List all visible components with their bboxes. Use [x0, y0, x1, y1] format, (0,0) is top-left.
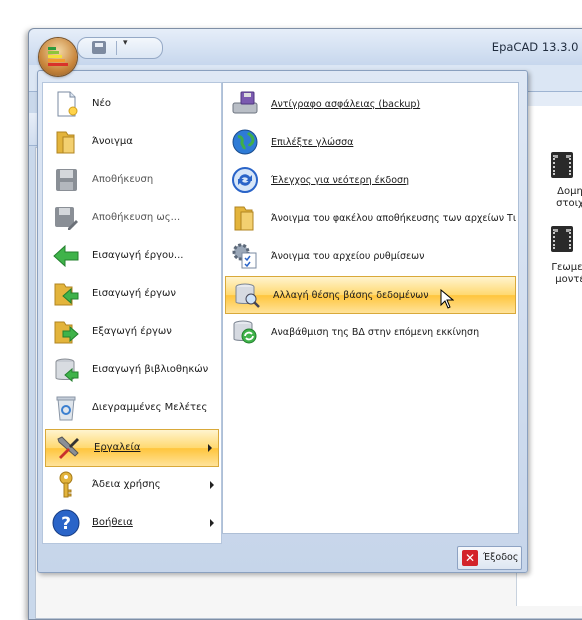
submenu-item-change-database-location[interactable]: Αλλαγή θέσης βάσης δεδομένων — [225, 276, 516, 314]
menu-item-save-as[interactable]: Αποθήκευση ως... — [44, 200, 220, 236]
save-icon[interactable] — [92, 41, 106, 54]
submenu-item-backup[interactable]: Αντίγραφο ασφάλειας (backup) — [224, 86, 517, 122]
film-icon — [551, 226, 573, 252]
menu-item-save[interactable]: Αποθήκευση — [44, 162, 220, 198]
energy-rating-icon — [48, 47, 68, 67]
menu-item-open[interactable]: Άνοιγμα — [44, 124, 220, 160]
database-refresh-icon — [233, 320, 257, 344]
folder-icon — [234, 206, 254, 231]
close-icon: ✕ — [462, 550, 478, 566]
menu-item-tools[interactable]: Εργαλεία — [45, 429, 219, 467]
submenu-arrow-icon — [210, 481, 214, 489]
quick-access-toolbar — [77, 37, 163, 59]
menu-item-import-libraries[interactable]: Εισαγωγή βιβλιοθηκών — [44, 352, 220, 388]
film-icon — [551, 152, 573, 178]
tools-icon — [57, 436, 79, 459]
menu-item-license[interactable]: Άδεια χρήσης — [44, 467, 220, 503]
open-folder-icon — [56, 131, 75, 154]
import-arrow-icon — [53, 244, 79, 268]
save-disk-icon — [56, 169, 77, 191]
submenu-item-open-settings-file[interactable]: Άνοιγμα του αρχείου ρυθμίσεων — [224, 238, 517, 274]
database-search-icon — [235, 283, 260, 308]
submenu-arrow-icon — [210, 519, 214, 527]
menu-item-import-projects[interactable]: Εισαγωγή έργων — [44, 276, 220, 312]
menu-item-help[interactable]: ? Βοήθεια — [44, 505, 220, 541]
globe-icon — [232, 129, 258, 155]
update-check-icon — [232, 167, 258, 193]
key-icon — [59, 471, 73, 498]
save-as-icon — [55, 207, 78, 230]
menu-item-import-project[interactable]: Εισαγωγή έργου... — [44, 238, 220, 274]
side-item-geometry[interactable]: Γεωμετ μοντέ — [535, 262, 582, 286]
submenu-item-upgrade-database[interactable]: Αναβάθμιση της ΒΔ στην επόμενη εκκίνηση — [224, 314, 517, 350]
recycle-bin-icon — [56, 396, 76, 421]
menu-item-deleted-studies[interactable]: Διεγραμμένες Μελέτες — [44, 390, 220, 426]
mouse-cursor-icon — [440, 289, 454, 309]
exit-button[interactable]: ✕ Έξοδος — [457, 546, 522, 570]
title-bar: ▾ EpaCAD 13.3.0 P — [29, 29, 582, 65]
submenu-item-language[interactable]: Επιλέξτε γλώσσα — [224, 124, 517, 160]
submenu-arrow-icon — [208, 444, 212, 452]
help-icon: ? — [52, 509, 80, 537]
application-button[interactable] — [39, 38, 77, 76]
menu-item-export-projects[interactable]: Εξαγωγή έργων — [44, 314, 220, 350]
window-title: EpaCAD 13.3.0 P — [491, 40, 582, 54]
submenu-item-open-storage-folder[interactable]: Άνοιγμα του φακέλου αποθήκευσης των αρχε… — [224, 200, 517, 236]
menu-left-column: Νέο Άνοιγμα Αποθήκευση Αποθήκευση ως... … — [42, 82, 222, 544]
export-folder-icon — [54, 321, 79, 344]
side-item-structure[interactable]: Δομη στοιχ — [535, 186, 582, 210]
submenu-item-check-update[interactable]: Έλεγχος για νεότερη έκδοση — [224, 162, 517, 198]
svg-text:?: ? — [61, 514, 71, 534]
menu-footer: ✕ Έξοδος — [38, 543, 527, 572]
import-library-icon — [55, 358, 79, 383]
new-document-icon — [57, 91, 78, 117]
menu-item-new[interactable]: Νέο — [44, 86, 220, 122]
tools-submenu: Αντίγραφο ασφάλειας (backup) Επιλέξτε γλ… — [222, 82, 519, 534]
settings-file-icon — [232, 243, 257, 269]
quick-access-dropdown[interactable]: ▾ — [123, 38, 128, 48]
backup-icon — [232, 91, 258, 114]
application-menu: Νέο Άνοιγμα Αποθήκευση Αποθήκευση ως... … — [37, 70, 528, 573]
import-folder-icon — [54, 283, 79, 306]
